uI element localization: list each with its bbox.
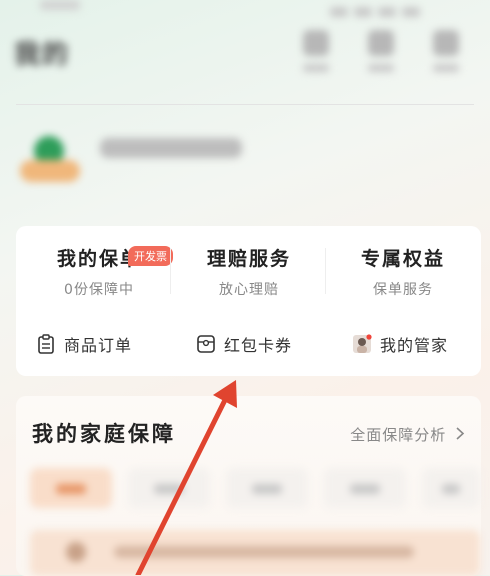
red-arrow-annotation bbox=[135, 380, 237, 575]
